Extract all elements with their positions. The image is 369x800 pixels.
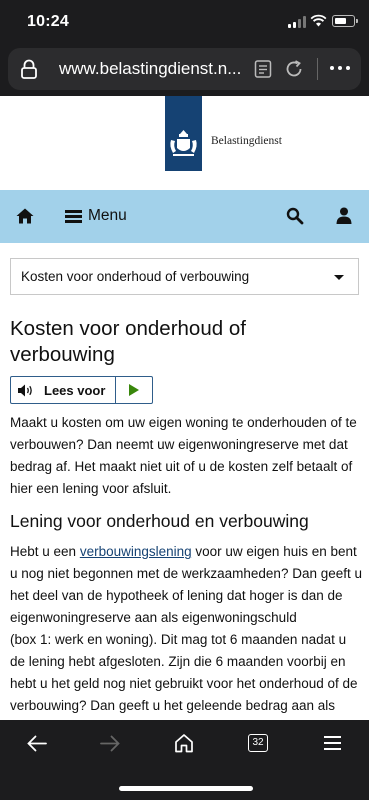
browser-toolbar: 32 <box>0 720 369 800</box>
status-bar: 10:24 <box>0 0 369 44</box>
search-icon[interactable] <box>286 207 304 225</box>
reload-icon[interactable] <box>284 59 304 79</box>
read-aloud-divider <box>115 377 116 403</box>
section-title: Lening voor onderhoud en verbouwing <box>10 511 309 531</box>
topic-dropdown-value: Kosten voor onderhoud of verbouwing <box>21 269 250 284</box>
home-icon[interactable] <box>16 208 34 224</box>
section-paragraph: Hebt u een verbouwingslening voor uw eig… <box>10 541 362 739</box>
address-bar-divider <box>317 58 318 80</box>
section-text-before-link: Hebt u een <box>10 544 80 559</box>
chevron-down-icon <box>334 275 344 280</box>
browser-menu-icon[interactable] <box>324 736 341 750</box>
status-time: 10:24 <box>27 13 69 30</box>
back-arrow-icon[interactable] <box>27 735 47 752</box>
url-text[interactable]: www.belastingdienst.n... <box>59 59 241 79</box>
hamburger-menu-icon[interactable] <box>65 210 82 223</box>
more-options-icon[interactable] <box>330 66 350 72</box>
wifi-icon <box>310 14 327 27</box>
site-nav-bar: Menu <box>0 190 369 243</box>
menu-button-label[interactable]: Menu <box>88 207 127 225</box>
play-icon[interactable] <box>129 384 139 396</box>
speaker-icon <box>18 384 32 397</box>
forward-arrow-icon[interactable] <box>100 735 120 752</box>
cellular-signal-icon <box>288 16 306 28</box>
site-header: Belastingdienst <box>0 96 369 190</box>
home-indicator <box>119 786 253 791</box>
topic-dropdown[interactable]: Kosten voor onderhoud of verbouwing <box>10 258 359 295</box>
reader-mode-icon[interactable] <box>254 60 272 78</box>
read-aloud-button[interactable]: Lees voor <box>10 376 153 404</box>
browser-chrome-top: 10:24 www.belastingdienst.n... <box>0 0 369 96</box>
lock-icon <box>21 59 37 79</box>
home-icon[interactable] <box>174 733 194 753</box>
verbouwingslening-link[interactable]: verbouwingslening <box>80 544 192 559</box>
coat-of-arms-icon <box>170 130 197 156</box>
user-account-icon[interactable] <box>336 207 352 224</box>
battery-icon <box>332 15 358 27</box>
read-aloud-label[interactable]: Lees voor <box>44 383 105 398</box>
logo-emblem[interactable] <box>165 96 202 171</box>
tabs-count-button[interactable]: 32 <box>248 734 268 752</box>
intro-paragraph: Maakt u kosten om uw eigen woning te ond… <box>10 415 357 496</box>
address-bar[interactable]: www.belastingdienst.n... <box>8 48 361 90</box>
logo-text[interactable]: Belastingdienst <box>211 135 282 147</box>
page-title: Kosten voor onderhoud of verbouwing <box>10 317 246 366</box>
